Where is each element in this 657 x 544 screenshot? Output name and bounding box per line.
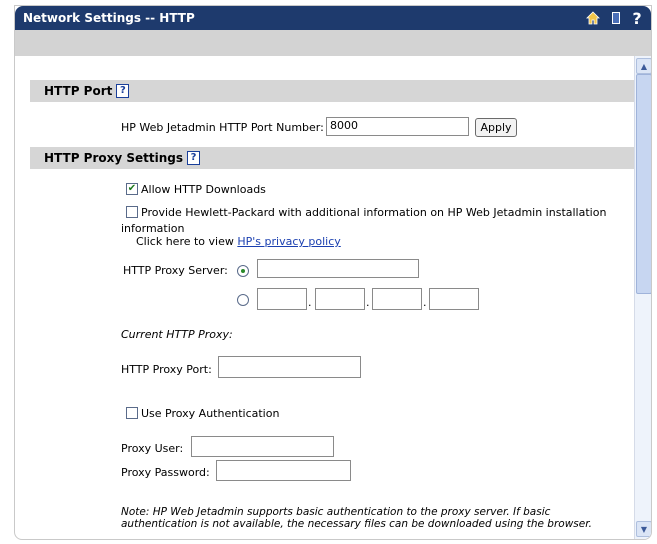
note-line-1: Note: HP Web Jetadmin supports basic aut… [121, 506, 551, 518]
proxy-port-input[interactable] [218, 356, 361, 378]
help-glyph: ? [632, 8, 642, 28]
apply-button[interactable]: Apply [475, 118, 517, 137]
book-icon[interactable] [608, 9, 624, 27]
vertical-scrollbar[interactable]: ▲ ▼ [634, 56, 651, 539]
privacy-prefix: Click here to view [136, 235, 238, 248]
use-auth-label: Use Proxy Authentication [141, 407, 280, 420]
ip-dot: . [423, 296, 427, 309]
toolbar-strip [15, 30, 651, 56]
privacy-line: Click here to view HP's privacy policy [136, 235, 341, 248]
ip-octet-4[interactable] [429, 288, 479, 310]
http-port-heading: HTTP Port? [44, 84, 130, 98]
scroll-up-icon[interactable]: ▲ [636, 58, 651, 74]
note-line-2: authentication is not available, the nec… [121, 518, 592, 530]
privacy-policy-link[interactable]: HP's privacy policy [237, 235, 340, 248]
provide-info-checkbox[interactable] [126, 206, 138, 218]
radio-selected-dot [241, 269, 245, 273]
http-port-input[interactable]: 8000 [326, 117, 469, 136]
help-icon[interactable]: ? [116, 84, 130, 98]
scroll-thumb[interactable] [636, 74, 651, 294]
provide-info-label-cont: information [121, 222, 185, 235]
proxy-password-input[interactable] [216, 460, 351, 481]
ip-dot: . [308, 296, 312, 309]
proxy-server-input[interactable] [257, 259, 419, 278]
allow-downloads-checkbox[interactable]: ✔ [126, 183, 138, 195]
proxy-user-label: Proxy User: [121, 442, 184, 455]
window-title: Network Settings -- HTTP [23, 11, 195, 25]
scroll-down-icon[interactable]: ▼ [636, 521, 651, 537]
http-proxy-heading: HTTP Proxy Settings? [44, 151, 201, 165]
ip-dot: . [366, 296, 370, 309]
title-bar: Network Settings -- HTTP ? [15, 6, 651, 30]
proxy-hostname-radio[interactable] [237, 265, 249, 277]
proxy-password-label: Proxy Password: [121, 466, 210, 479]
proxy-ip-radio[interactable] [237, 294, 249, 306]
http-port-header: HTTP Port? [30, 80, 634, 102]
ip-octet-1[interactable] [257, 288, 307, 310]
http-port-label: HP Web Jetadmin HTTP Port Number: [121, 121, 324, 134]
use-auth-checkbox[interactable] [126, 407, 138, 419]
http-port-heading-text: HTTP Port [44, 84, 113, 98]
proxy-server-label: HTTP Proxy Server: [123, 264, 228, 277]
allow-downloads-label: Allow HTTP Downloads [141, 183, 266, 196]
ip-octet-2[interactable] [315, 288, 365, 310]
ip-octet-3[interactable] [372, 288, 422, 310]
settings-content: HTTP Port? HP Web Jetadmin HTTP Port Num… [15, 56, 634, 539]
help-icon[interactable]: ? [629, 8, 645, 28]
proxy-port-label: HTTP Proxy Port: [121, 363, 212, 376]
current-proxy-label: Current HTTP Proxy: [121, 328, 233, 341]
http-proxy-heading-text: HTTP Proxy Settings [44, 151, 184, 165]
home-icon[interactable] [585, 9, 601, 27]
help-icon[interactable]: ? [187, 151, 201, 165]
http-proxy-header: HTTP Proxy Settings? [30, 147, 634, 169]
proxy-user-input[interactable] [191, 436, 334, 457]
window: Network Settings -- HTTP ? HTTP Port? HP… [14, 5, 652, 540]
provide-info-label: Provide Hewlett-Packard with additional … [141, 206, 607, 219]
